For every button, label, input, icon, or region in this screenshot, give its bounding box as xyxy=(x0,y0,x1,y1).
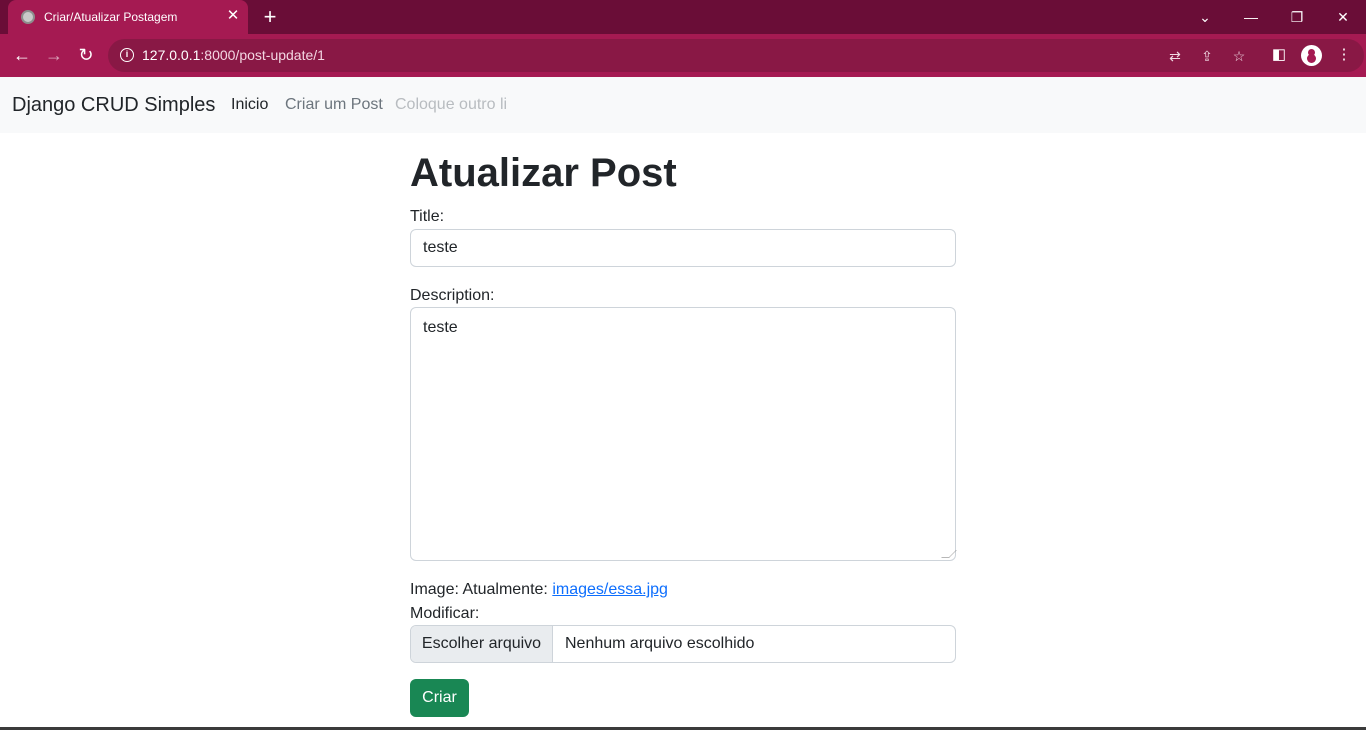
nav-link-disabled: Coloque outro li xyxy=(395,96,508,113)
browser-toolbar: ← → ↻ i 127.0.0.1:8000/post-update/1 ⇄ ⇪… xyxy=(0,34,1366,77)
reload-button[interactable]: ↻ xyxy=(75,44,97,66)
url-text[interactable]: 127.0.0.1:8000/post-update/1 xyxy=(142,47,325,63)
info-icon[interactable]: i xyxy=(120,48,134,62)
page-title: Atualizar Post xyxy=(410,151,677,195)
close-window-button[interactable]: ✕ xyxy=(1332,6,1354,28)
current-image-link[interactable]: images/essa.jpg xyxy=(552,581,668,598)
image-row: Image: Atualmente: images/essa.jpg xyxy=(410,581,668,599)
url-path: :8000/post-update/1 xyxy=(200,47,325,63)
translate-icon[interactable]: ⇄ xyxy=(1166,47,1184,65)
minimize-button[interactable]: — xyxy=(1240,6,1262,28)
nav-link-inicio[interactable]: Inicio xyxy=(231,96,268,114)
tab-search-icon[interactable]: ⌄ xyxy=(1194,6,1216,28)
description-wrapper: teste xyxy=(410,307,957,561)
browser-tab[interactable]: Criar/Atualizar Postagem ✕ xyxy=(8,0,248,34)
description-textarea[interactable]: teste xyxy=(410,307,956,561)
title-input[interactable] xyxy=(410,229,956,267)
address-bar[interactable]: i 127.0.0.1:8000/post-update/1 ⇄ ⇪ ☆ xyxy=(108,39,1364,72)
forward-button[interactable]: → xyxy=(43,44,65,66)
tab-close-icon[interactable]: ✕ xyxy=(225,8,241,24)
restore-button[interactable]: ❐ xyxy=(1286,6,1308,28)
modify-label: Modificar: xyxy=(410,605,480,622)
submit-button[interactable]: Criar xyxy=(410,679,469,717)
image-label: Image: Atualmente: xyxy=(410,581,548,598)
url-host: 127.0.0.1 xyxy=(142,47,201,63)
description-label: Description: xyxy=(410,287,495,304)
file-status: Nenhum arquivo escolhido xyxy=(565,635,755,652)
browser-tabstrip: Criar/Atualizar Postagem ✕ + ⌄ — ❐ ✕ xyxy=(0,0,1366,34)
choose-file-button[interactable]: Escolher arquivo xyxy=(411,626,553,662)
navbar-brand[interactable]: Django CRUD Simples xyxy=(12,94,215,117)
profile-icon[interactable] xyxy=(1301,45,1322,66)
back-button[interactable]: ← xyxy=(11,44,33,66)
bookmark-star-icon[interactable]: ☆ xyxy=(1230,47,1248,65)
new-tab-button[interactable]: + xyxy=(259,6,281,28)
menu-icon[interactable]: ⋮ xyxy=(1334,45,1354,65)
tab-title: Criar/Atualizar Postagem xyxy=(44,10,178,24)
share-icon[interactable]: ⇪ xyxy=(1198,47,1216,65)
file-input[interactable]: Escolher arquivo Nenhum arquivo escolhid… xyxy=(410,625,956,663)
nav-link-criar-post[interactable]: Criar um Post xyxy=(285,96,383,114)
globe-icon xyxy=(21,10,35,24)
side-panel-icon[interactable]: ◧ xyxy=(1269,45,1289,65)
title-label: Title: xyxy=(410,208,445,225)
site-navbar: Django CRUD Simples Inicio Criar um Post… xyxy=(0,77,1366,133)
